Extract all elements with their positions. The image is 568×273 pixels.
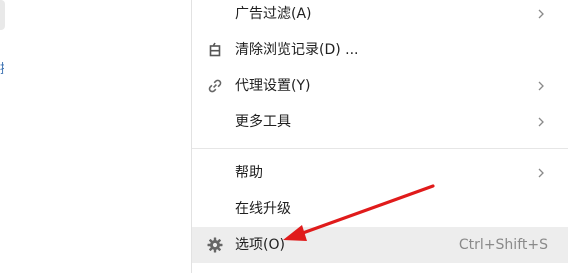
menu-item-label: 清除浏览记录(D) ... (235, 42, 359, 58)
context-menu: 广告过滤(A) 清除浏览记录(D) ... 代理设置(Y) 更多工具 帮助 在线… (191, 0, 568, 273)
menu-item-label: 选项(O) (235, 237, 285, 253)
menu-item-label: 在线升级 (235, 201, 291, 217)
chevron-right-icon (538, 9, 544, 19)
menu-divider (192, 148, 568, 149)
menu-item-ad-filter[interactable]: 广告过滤(A) (192, 0, 568, 32)
menu-item-more-tools[interactable]: 更多工具 (192, 104, 568, 140)
menu-item-online-upgrade[interactable]: 在线升级 (192, 191, 568, 227)
menu-item-label: 帮助 (235, 165, 263, 181)
chevron-right-icon (538, 168, 544, 178)
menu-item-clear-history[interactable]: 清除浏览记录(D) ... (192, 32, 568, 68)
chevron-right-icon (538, 81, 544, 91)
background-page: 提 (0, 0, 190, 273)
menu-item-label: 代理设置(Y) (235, 78, 311, 94)
clear-history-icon (209, 42, 221, 57)
menu-item-proxy-settings[interactable]: 代理设置(Y) (192, 68, 568, 104)
menu-item-label: 广告过滤(A) (235, 6, 312, 22)
menu-item-label: 更多工具 (235, 114, 291, 130)
link-icon (208, 79, 222, 93)
menu-item-options[interactable]: 选项(O) Ctrl+Shift+S (192, 227, 568, 263)
page-partial-text: 提 (0, 62, 4, 78)
chevron-right-icon (538, 117, 544, 127)
menu-item-shortcut: Ctrl+Shift+S (458, 237, 548, 253)
page-element-edge (0, 0, 5, 30)
menu-item-help[interactable]: 帮助 (192, 155, 568, 191)
gear-icon (207, 237, 223, 253)
